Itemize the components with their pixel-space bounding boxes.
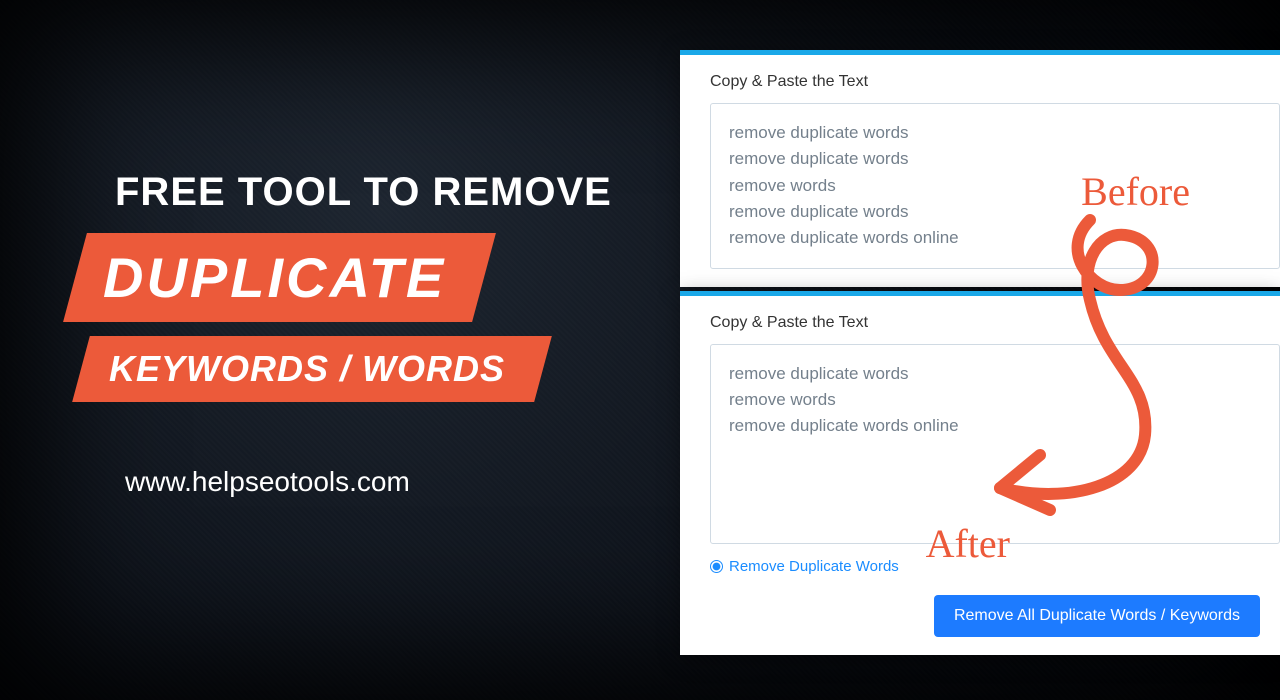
hero-badge-keywords: KEYWORDS / WORDS (72, 336, 552, 402)
cards: Copy & Paste the Text remove duplicate w… (680, 50, 1280, 659)
radio-input[interactable] (710, 560, 723, 573)
after-card-label: Copy & Paste the Text (710, 314, 1280, 332)
before-textarea[interactable]: remove duplicate words remove duplicate … (710, 103, 1280, 269)
list-item: remove words (729, 387, 1261, 413)
stage: FREE TOOL TO REMOVE DUPLICATE KEYWORDS /… (0, 0, 1280, 700)
list-item: remove duplicate words (729, 120, 1261, 146)
hero-badge-duplicate: DUPLICATE (63, 233, 496, 322)
after-card: Copy & Paste the Text remove duplicate w… (680, 291, 1280, 655)
before-card-label: Copy & Paste the Text (710, 73, 1280, 91)
list-item: remove duplicate words (729, 361, 1261, 387)
annotation-after: After (926, 520, 1010, 567)
radio-label: Remove Duplicate Words (729, 558, 899, 575)
before-card: Copy & Paste the Text remove duplicate w… (680, 50, 1280, 287)
hero-line1: FREE TOOL TO REMOVE (115, 170, 635, 215)
action-row: Remove All Duplicate Words / Keywords (710, 595, 1280, 637)
annotation-before: Before (1081, 168, 1190, 215)
list-item: remove duplicate words online (729, 413, 1261, 439)
hero-url: www.helpseotools.com (125, 466, 635, 498)
right-panel: Copy & Paste the Text remove duplicate w… (680, 50, 1280, 690)
remove-duplicates-button[interactable]: Remove All Duplicate Words / Keywords (934, 595, 1260, 637)
after-textarea[interactable]: remove duplicate words remove words remo… (710, 344, 1280, 544)
list-item: remove duplicate words online (729, 225, 1261, 251)
hero-text: FREE TOOL TO REMOVE DUPLICATE KEYWORDS /… (75, 170, 635, 498)
